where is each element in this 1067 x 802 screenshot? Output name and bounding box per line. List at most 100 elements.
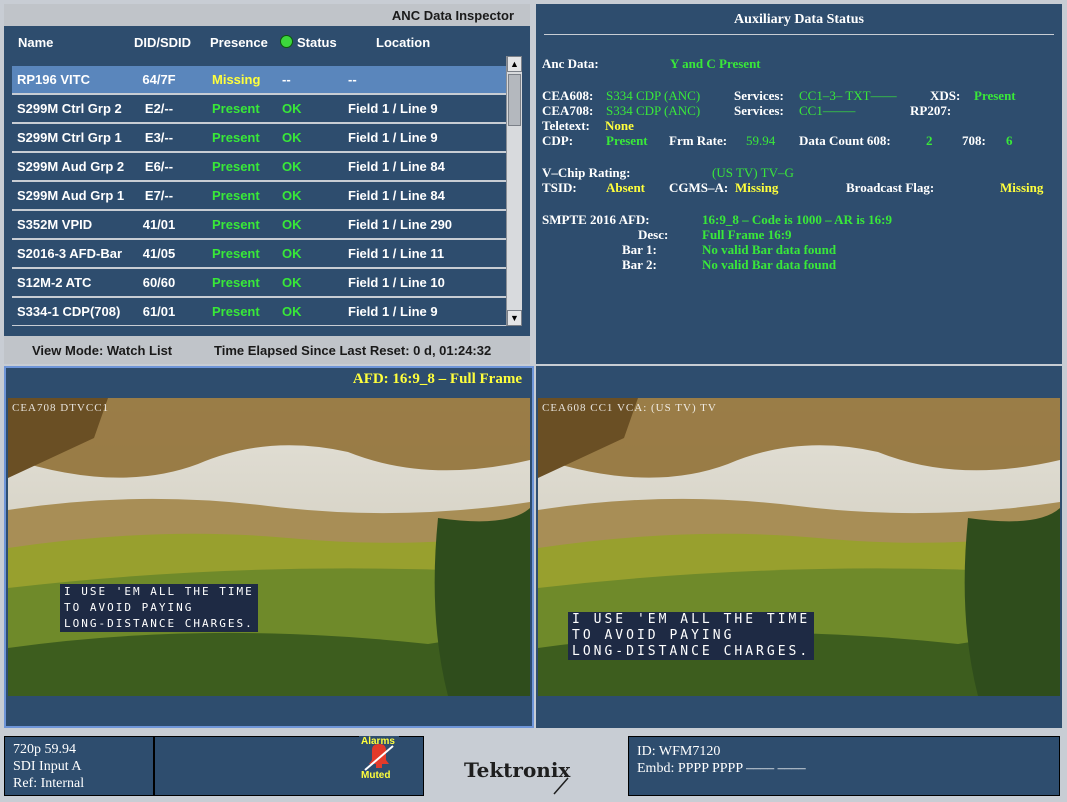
video-format-label: 720p 59.94 bbox=[13, 742, 76, 757]
caption-line: I USE 'EM ALL THE TIME bbox=[64, 585, 254, 598]
row-name: S299M Ctrl Grp 1 bbox=[17, 130, 122, 145]
column-header-status-label: Status bbox=[297, 35, 337, 50]
row-presence: Present bbox=[212, 159, 260, 174]
row-location: Field 1 / Line 9 bbox=[348, 130, 438, 145]
cdp-value: Present bbox=[606, 133, 648, 148]
anc-data-value: Y and C Present bbox=[670, 56, 761, 71]
row-status: OK bbox=[282, 275, 302, 290]
frm-rate-label: Frm Rate: bbox=[669, 133, 728, 148]
row-did: 41/01 bbox=[142, 217, 176, 232]
bar1-value: No valid Bar data found bbox=[702, 242, 837, 257]
logo-swoosh-icon bbox=[553, 777, 569, 795]
row-presence: Present bbox=[212, 246, 260, 261]
alarms-label: Alarms bbox=[361, 736, 395, 747]
row-presence: Present bbox=[212, 217, 260, 232]
afd-status-label: AFD: 16:9_8 – Full Frame bbox=[352, 371, 522, 387]
column-header-presence[interactable]: Presence bbox=[210, 35, 268, 50]
left-caption-box: I USE 'EM ALL THE TIME TO AVOID PAYING L… bbox=[60, 584, 258, 632]
right-video-frame: CEA608 CC1 VCA: (US TV) TV I USE 'EM ALL… bbox=[538, 398, 1060, 696]
data-count-label: Data Count 608: bbox=[799, 133, 891, 148]
cea608-services-value: CC1–3– TXT–––– bbox=[799, 88, 897, 103]
row-status: -- bbox=[282, 72, 291, 87]
bar2-value: No valid Bar data found bbox=[702, 257, 837, 272]
column-header-location[interactable]: Location bbox=[376, 35, 430, 50]
xds-value: Present bbox=[974, 88, 1016, 103]
row-name: S334-1 CDP(708) bbox=[17, 304, 121, 319]
anc-table-body: RP196 VITC 64/7F Missing -- -- S299M Ctr… bbox=[12, 56, 506, 326]
input-label: SDI Input A bbox=[13, 759, 82, 774]
data-count-608-value: 2 bbox=[926, 133, 933, 148]
table-row[interactable]: S299M Ctrl Grp 2 E2/-- Present OK Field … bbox=[12, 95, 506, 124]
row-did: E6/-- bbox=[144, 159, 174, 174]
view-mode-label: View Mode: Watch List bbox=[32, 343, 173, 358]
afd-value: 16:9_8 – Code is 1000 – AR is 16:9 bbox=[702, 212, 892, 227]
table-row[interactable]: RP196 VITC 64/7F Missing -- -- bbox=[12, 66, 506, 95]
scroll-up-arrow-icon[interactable]: ▲ bbox=[507, 56, 522, 72]
row-location: Field 1 / Line 10 bbox=[348, 275, 445, 290]
row-did: 64/7F bbox=[142, 72, 176, 87]
anc-data-label: Anc Data: bbox=[542, 56, 599, 71]
row-name: S12M-2 ATC bbox=[17, 275, 92, 290]
table-row[interactable]: S299M Aud Grp 1 E7/-- Present OK Field 1… bbox=[12, 182, 506, 211]
table-row[interactable]: S352M VPID 41/01 Present OK Field 1 / Li… bbox=[12, 211, 506, 240]
cea708-value: S334 CDP (ANC) bbox=[606, 103, 701, 118]
row-presence: Present bbox=[212, 188, 260, 203]
left-picture-pane[interactable]: AFD: 16:9_8 – Full Frame CEA708 DTVCC1 I… bbox=[4, 366, 534, 728]
row-name: S299M Ctrl Grp 2 bbox=[17, 101, 122, 116]
row-did: 60/60 bbox=[142, 275, 176, 290]
broadcast-flag-label: Broadcast Flag: bbox=[846, 180, 935, 195]
cea608-services-label: Services: bbox=[734, 88, 784, 103]
cea608-label: CEA608: bbox=[542, 88, 594, 103]
row-status: OK bbox=[282, 304, 302, 319]
right-picture-pane[interactable]: CEA608 CC1 VCA: (US TV) TV I USE 'EM ALL… bbox=[536, 366, 1062, 728]
row-name: RP196 VITC bbox=[17, 72, 90, 87]
alarms-muted-indicator[interactable]: Alarms Muted bbox=[359, 736, 399, 782]
row-location: Field 1 / Line 84 bbox=[348, 159, 445, 174]
afd-desc-value: Full Frame 16:9 bbox=[702, 227, 792, 242]
tsid-label: TSID: bbox=[542, 180, 577, 195]
aux-panel-title: Auxiliary Data Status bbox=[734, 12, 864, 27]
row-name: S299M Aud Grp 1 bbox=[17, 188, 125, 203]
column-header-name[interactable]: Name bbox=[18, 35, 53, 50]
vchip-label: V–Chip Rating: bbox=[542, 165, 631, 180]
data-count-708-label: 708: bbox=[962, 133, 986, 148]
row-did: 61/01 bbox=[142, 304, 176, 319]
teletext-label: Teletext: bbox=[542, 118, 590, 133]
column-header-did[interactable]: DID/SDID bbox=[134, 35, 191, 50]
row-location: Field 1 / Line 9 bbox=[348, 101, 438, 116]
alarms-muted-label: Muted bbox=[361, 770, 391, 781]
table-row[interactable]: S299M Ctrl Grp 1 E3/-- Present OK Field … bbox=[12, 124, 506, 153]
scroll-down-arrow-icon[interactable]: ▼ bbox=[507, 310, 522, 326]
table-row[interactable]: S2016-3 AFD-Bar 41/05 Present OK Field 1… bbox=[12, 240, 506, 269]
anc-table-header: Name DID/SDID Presence Status Location bbox=[4, 26, 530, 56]
caption-line: I USE 'EM ALL THE TIME bbox=[572, 612, 811, 627]
data-count-708-value: 6 bbox=[1006, 133, 1013, 148]
scrollbar-thumb[interactable] bbox=[508, 74, 521, 126]
table-row[interactable]: S299M Aud Grp 2 E6/-- Present OK Field 1… bbox=[12, 153, 506, 182]
aux-title-divider bbox=[544, 34, 1054, 35]
status-bar: 720p 59.94 SDI Input A Ref: Internal Ala… bbox=[4, 732, 1062, 798]
row-did: E7/-- bbox=[144, 188, 174, 203]
cdp-label: CDP: bbox=[542, 133, 574, 148]
left-video-frame: CEA708 DTVCC1 I USE 'EM ALL THE TIME TO … bbox=[8, 398, 530, 696]
afd-desc-label: Desc: bbox=[638, 227, 669, 242]
table-row[interactable]: S12M-2 ATC 60/60 Present OK Field 1 / Li… bbox=[12, 269, 506, 298]
column-header-status[interactable]: Status bbox=[280, 35, 337, 50]
right-cc-overlay: CEA608 CC1 VCA: (US TV) TV bbox=[542, 402, 717, 414]
status-indicator-icon bbox=[280, 35, 293, 48]
bar2-label: Bar 2: bbox=[622, 257, 657, 272]
table-row[interactable]: S334-1 CDP(708) 61/01 Present OK Field 1… bbox=[12, 298, 506, 326]
row-status: OK bbox=[282, 159, 302, 174]
anc-data-inspector-panel: ANC Data Inspector Name DID/SDID Presenc… bbox=[4, 4, 530, 364]
row-location: Field 1 / Line 84 bbox=[348, 188, 445, 203]
signal-info-box: 720p 59.94 SDI Input A Ref: Internal bbox=[4, 736, 154, 796]
cgms-label: CGMS–A: bbox=[669, 180, 729, 195]
row-status: OK bbox=[282, 130, 302, 145]
row-did: E3/-- bbox=[144, 130, 174, 145]
rp207-label: RP207: bbox=[910, 103, 952, 118]
instrument-info-box: ID: WFM7120 Embd: PPPP PPPP –––– –––– bbox=[628, 736, 1060, 796]
cea708-services-value: CC1––––– bbox=[799, 103, 856, 118]
anc-panel-title: ANC Data Inspector bbox=[4, 4, 530, 26]
anc-table-scrollbar[interactable]: ▲ ▼ bbox=[506, 56, 522, 326]
embedded-audio-label: Embd: PPPP PPPP –––– –––– bbox=[637, 761, 806, 776]
